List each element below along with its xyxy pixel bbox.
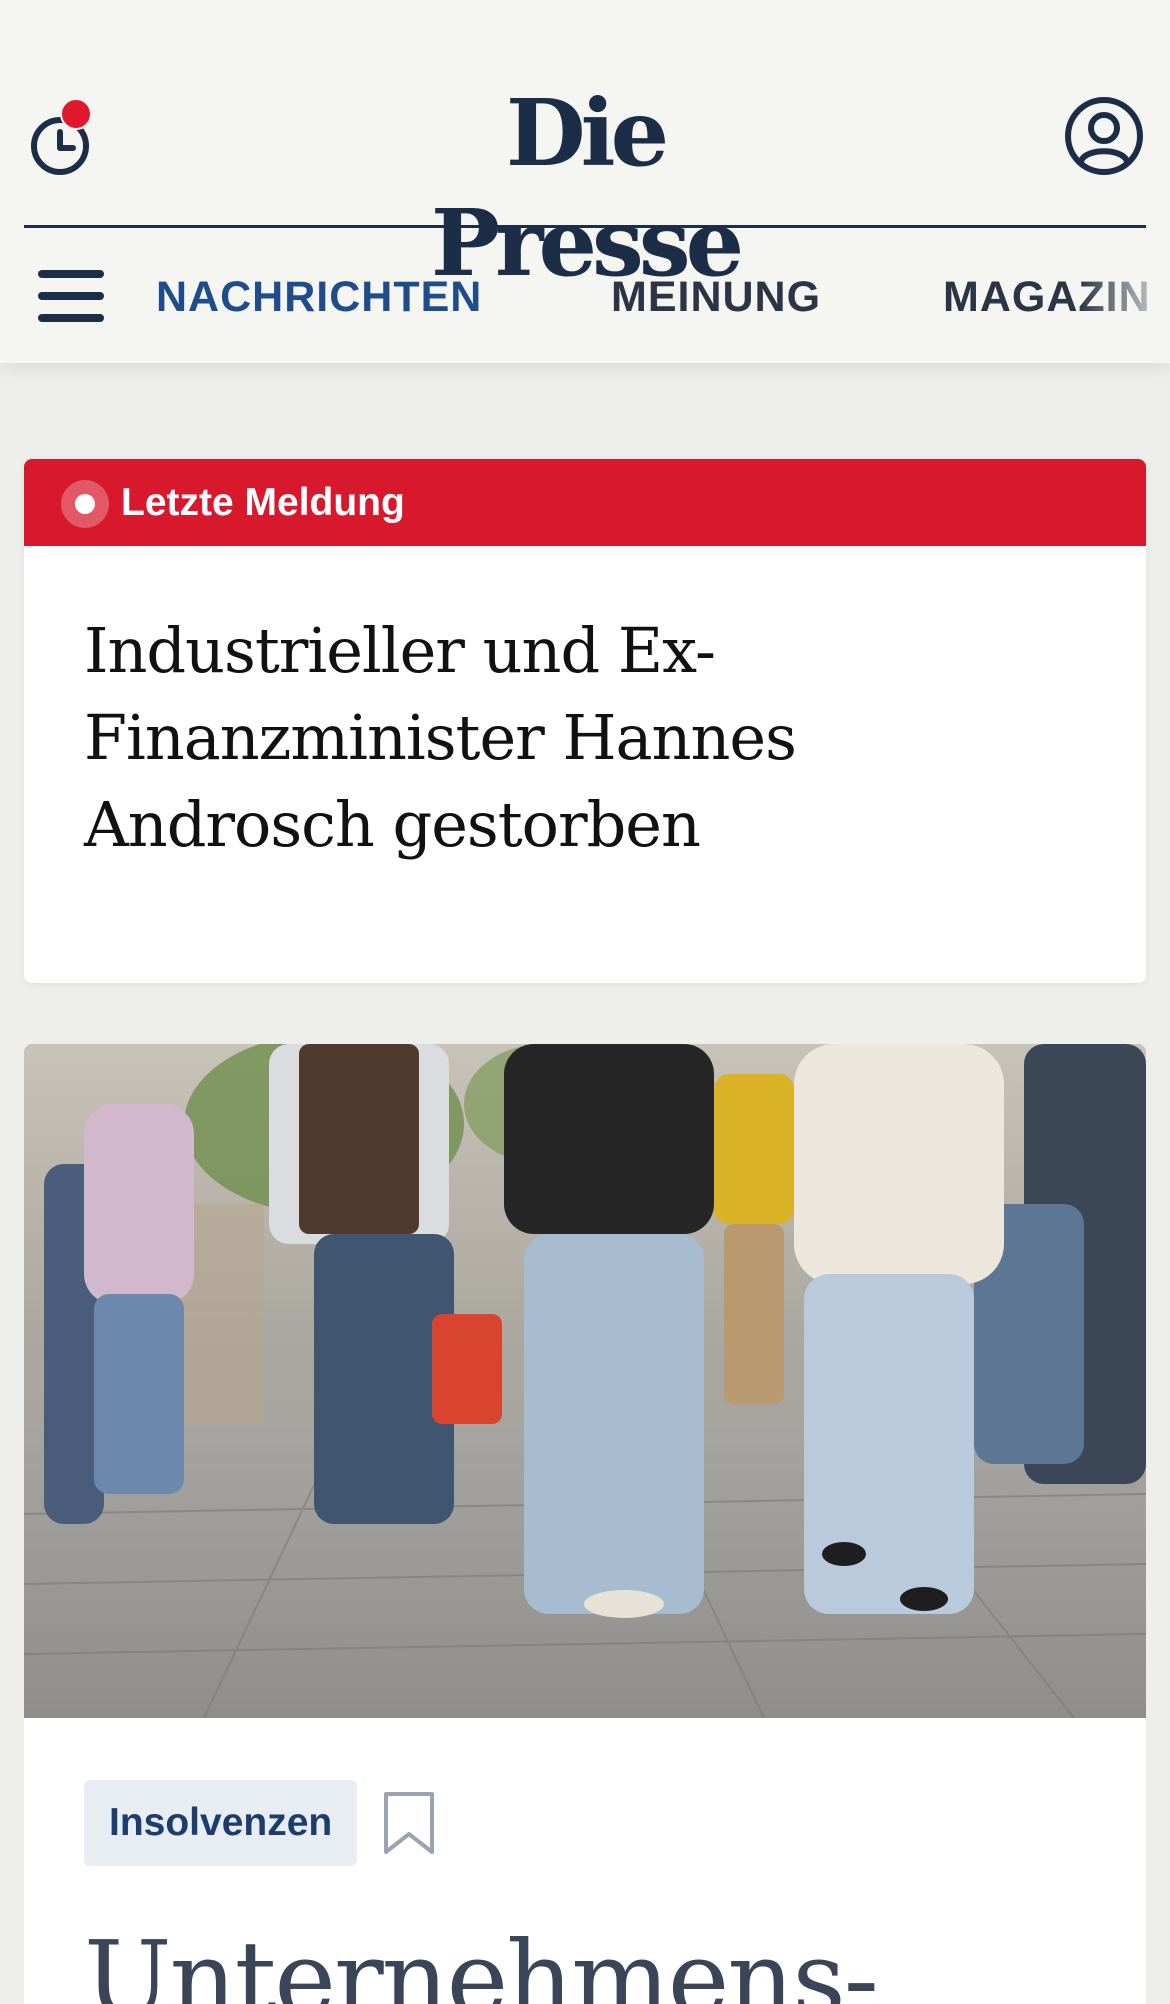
article-image[interactable]: [24, 1044, 1146, 1718]
nav-item-meinung[interactable]: MEINUNG: [611, 271, 821, 323]
site-header: Die Presse NACHRICHTEN MEINUNG MAGAZIN: [0, 0, 1170, 363]
user-icon: [1065, 97, 1143, 175]
clock-icon: [31, 98, 92, 175]
breaking-news-card[interactable]: Letzte Meldung Industrieller und Ex-Fina…: [24, 459, 1146, 983]
site-logo[interactable]: Die Presse: [365, 78, 805, 298]
article-card[interactable]: Insolvenzen Unternehmens-: [24, 1044, 1146, 2004]
hamburger-menu-icon[interactable]: [38, 270, 106, 324]
history-button[interactable]: [24, 96, 96, 182]
bookmark-icon: [384, 1792, 434, 1854]
article-headline[interactable]: Unternehmens-: [84, 1914, 879, 2004]
breaking-news-headline[interactable]: Industrieller und Ex-Finanzminister Hann…: [84, 607, 984, 868]
account-button[interactable]: [1064, 96, 1144, 176]
breaking-news-label: Letzte Meldung: [121, 481, 405, 524]
breaking-news-banner: Letzte Meldung: [24, 459, 1146, 546]
article-category-tag[interactable]: Insolvenzen: [84, 1780, 358, 1866]
bookmark-button[interactable]: [382, 1790, 436, 1856]
live-indicator-icon: [61, 480, 109, 528]
nav-item-magazin[interactable]: MAGAZIN: [943, 271, 1170, 323]
header-divider: [24, 225, 1146, 228]
notification-dot: [60, 98, 92, 130]
nav-item-nachrichten[interactable]: NACHRICHTEN: [156, 271, 482, 323]
